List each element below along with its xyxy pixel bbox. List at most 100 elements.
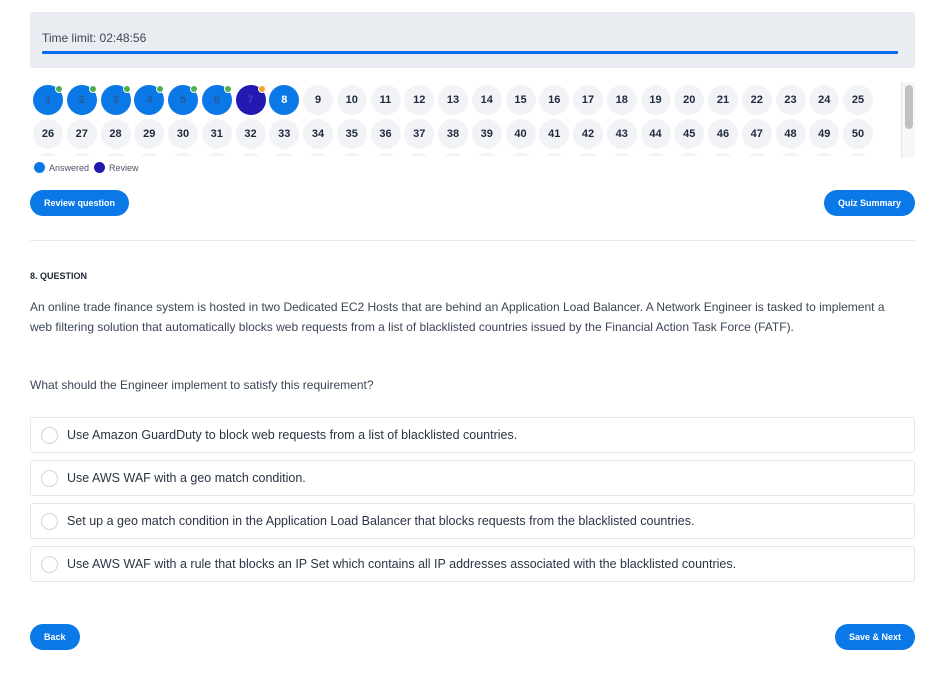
question-text: An online trade finance system is hosted… xyxy=(30,300,885,334)
question-button-42[interactable]: 42 xyxy=(573,119,603,149)
question-button-59[interactable]: 59 xyxy=(303,153,333,156)
question-button-34[interactable]: 34 xyxy=(303,119,333,149)
question-button-37[interactable]: 37 xyxy=(404,119,435,149)
question-button-2[interactable]: 2 xyxy=(66,85,97,115)
time-progress-bar xyxy=(42,51,898,54)
question-button-50[interactable]: 50 xyxy=(843,119,873,149)
question-button-75[interactable]: 75 xyxy=(843,153,873,156)
scrollbar-thumb[interactable] xyxy=(905,85,913,129)
question-button-20[interactable]: 20 xyxy=(674,85,705,115)
question-button-54[interactable]: 54 xyxy=(134,153,165,156)
time-limit-label: Time limit: 02:48:56 xyxy=(42,31,147,45)
question-button-58[interactable]: 58 xyxy=(269,153,300,156)
answer-option-2[interactable]: Use AWS WAF with a geo match condition. xyxy=(30,460,915,496)
answered-indicator-icon xyxy=(156,85,165,93)
question-button-16[interactable]: 16 xyxy=(539,85,570,115)
question-button-52[interactable]: 52 xyxy=(66,153,97,156)
question-button-36[interactable]: 36 xyxy=(370,119,401,149)
question-button-67[interactable]: 67 xyxy=(573,153,603,156)
save-next-button[interactable]: Save & Next xyxy=(835,624,916,650)
question-button-47[interactable]: 47 xyxy=(741,119,772,149)
answer-option-4[interactable]: Use AWS WAF with a rule that blocks an I… xyxy=(30,546,915,582)
question-button-11[interactable]: 11 xyxy=(370,85,401,115)
question-button-14[interactable]: 14 xyxy=(471,85,502,115)
question-button-31[interactable]: 31 xyxy=(201,119,232,149)
question-button-48[interactable]: 48 xyxy=(775,119,806,149)
question-button-24[interactable]: 24 xyxy=(809,85,840,115)
question-button-71[interactable]: 71 xyxy=(708,153,738,156)
question-button-12[interactable]: 12 xyxy=(404,85,435,115)
question-button-17[interactable]: 17 xyxy=(573,85,603,115)
question-button-13[interactable]: 13 xyxy=(438,85,468,115)
question-button-63[interactable]: 63 xyxy=(438,153,468,156)
question-button-35[interactable]: 35 xyxy=(336,119,367,149)
question-button-69[interactable]: 69 xyxy=(640,153,671,156)
section-divider xyxy=(30,240,915,241)
question-button-49[interactable]: 49 xyxy=(809,119,840,149)
question-button-68[interactable]: 68 xyxy=(606,153,637,156)
question-button-10[interactable]: 10 xyxy=(336,85,367,115)
radio-button[interactable] xyxy=(41,426,58,444)
question-button-26[interactable]: 26 xyxy=(33,119,63,149)
question-button-25[interactable]: 25 xyxy=(843,85,873,115)
question-button-15[interactable]: 15 xyxy=(505,85,536,115)
question-button-60[interactable]: 60 xyxy=(336,153,367,156)
question-button-72[interactable]: 72 xyxy=(741,153,772,156)
question-button-64[interactable]: 64 xyxy=(471,153,502,156)
question-button-28[interactable]: 28 xyxy=(100,119,131,149)
question-button-53[interactable]: 53 xyxy=(100,153,131,156)
answered-indicator-icon xyxy=(190,85,198,93)
question-button-55[interactable]: 55 xyxy=(168,153,198,156)
question-button-33[interactable]: 33 xyxy=(269,119,300,149)
question-button-51[interactable]: 51 xyxy=(33,153,63,156)
question-button-65[interactable]: 65 xyxy=(505,153,536,156)
question-button-18[interactable]: 18 xyxy=(606,85,637,115)
question-button-8[interactable]: 8 xyxy=(269,85,300,115)
answer-option-3[interactable]: Set up a geo match condition in the Appl… xyxy=(30,503,915,539)
question-button-29[interactable]: 29 xyxy=(134,119,165,149)
radio-button[interactable] xyxy=(41,469,58,487)
question-button-46[interactable]: 46 xyxy=(708,119,738,149)
question-button-66[interactable]: 66 xyxy=(539,153,570,156)
option-label: Use Amazon GuardDuty to block web reques… xyxy=(67,428,518,442)
question-navigator: 1 2 3 4 5 6 7 8 9 10 11 12 13 14 15 16 17 18 19 20 21 22 23 24 2… xyxy=(30,82,900,156)
question-button-44[interactable]: 44 xyxy=(640,119,671,149)
question-button-5[interactable]: 5 xyxy=(168,85,198,115)
answer-option-1[interactable]: Use Amazon GuardDuty to block web reques… xyxy=(30,417,915,453)
question-button-27[interactable]: 27 xyxy=(66,119,97,149)
back-button[interactable]: Back xyxy=(30,624,80,650)
question-button-21[interactable]: 21 xyxy=(708,85,738,115)
question-button-70[interactable]: 70 xyxy=(674,153,705,156)
question-button-62[interactable]: 62 xyxy=(404,153,435,156)
question-button-39[interactable]: 39 xyxy=(471,119,502,149)
question-button-30[interactable]: 30 xyxy=(168,119,198,149)
question-button-32[interactable]: 32 xyxy=(235,119,266,149)
question-button-41[interactable]: 41 xyxy=(539,119,570,149)
question-button-40[interactable]: 40 xyxy=(505,119,536,149)
question-button-3[interactable]: 3 xyxy=(100,85,131,115)
question-button-56[interactable]: 56 xyxy=(201,153,232,156)
option-label: Use AWS WAF with a geo match condition. xyxy=(67,471,306,485)
question-button-45[interactable]: 45 xyxy=(674,119,705,149)
review-question-button[interactable]: Review question xyxy=(30,190,130,216)
question-button-9[interactable]: 9 xyxy=(303,85,333,115)
question-button-22[interactable]: 22 xyxy=(741,85,772,115)
question-number-label: 8. QUESTION xyxy=(30,271,88,281)
question-grid: 1 2 3 4 5 6 7 8 9 10 11 12 13 14 15 16 17 18 19 20 21 22 23 24 2… xyxy=(30,82,900,156)
question-button-19[interactable]: 19 xyxy=(640,85,671,115)
question-button-38[interactable]: 38 xyxy=(438,119,468,149)
radio-button[interactable] xyxy=(41,512,58,530)
quiz-summary-button[interactable]: Quiz Summary xyxy=(824,190,916,216)
radio-button[interactable] xyxy=(41,555,58,573)
question-button-74[interactable]: 74 xyxy=(809,153,840,156)
question-button-73[interactable]: 73 xyxy=(775,153,806,156)
question-button-61[interactable]: 61 xyxy=(370,153,401,156)
question-button-23[interactable]: 23 xyxy=(775,85,806,115)
question-button-1[interactable]: 1 xyxy=(33,85,63,115)
question-button-4[interactable]: 4 xyxy=(134,85,165,115)
question-button-7[interactable]: 7 xyxy=(235,85,266,115)
question-button-43[interactable]: 43 xyxy=(606,119,637,149)
question-button-57[interactable]: 57 xyxy=(235,153,266,156)
question-button-6[interactable]: 6 xyxy=(201,85,232,115)
navigator-scrollbar[interactable] xyxy=(901,82,915,158)
